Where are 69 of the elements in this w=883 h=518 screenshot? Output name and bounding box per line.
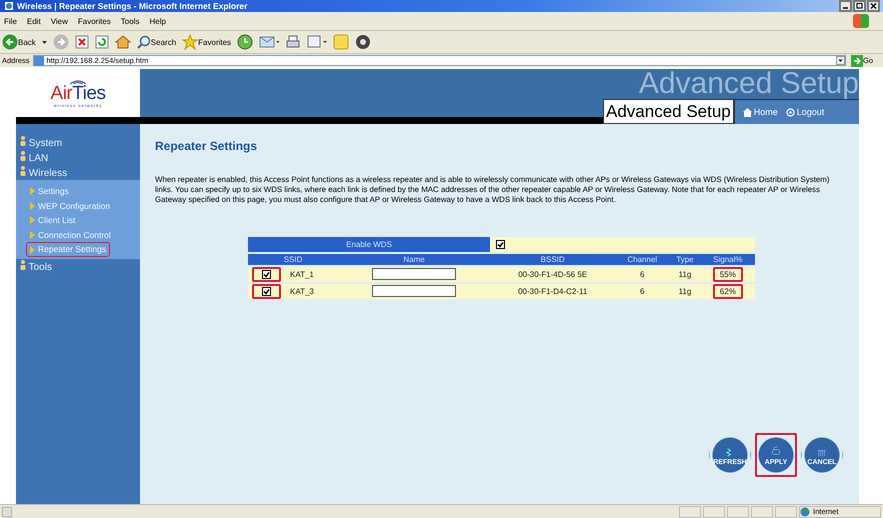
banner-text: Advanced Setup: [638, 69, 859, 99]
home-icon[interactable]: [114, 34, 131, 50]
refresh-icon[interactable]: [94, 35, 109, 49]
table-cell: Enable WDS: [248, 237, 490, 252]
page-icon[interactable]: [2, 506, 12, 516]
table-cell: 6: [615, 267, 670, 282]
window-title: Wireless | Repeater Settings - Microsoft Internet Explorer: [17, 1, 248, 11]
back-button[interactable]: Back: [2, 34, 36, 50]
stop-icon[interactable]: [74, 35, 89, 49]
favorites-button[interactable]: Favorites: [182, 34, 232, 50]
table-cell: KAT_1: [284, 267, 338, 282]
history-icon[interactable]: [237, 34, 254, 50]
menu-item[interactable]: Favorites: [78, 16, 111, 26]
name-input[interactable]: [372, 285, 456, 298]
table-cell: 11g: [669, 267, 701, 282]
menu-item[interactable]: Tools: [120, 16, 140, 26]
signal-value: 55%: [712, 267, 743, 282]
page-title: Advanced Setup: [603, 99, 734, 124]
wifi-arcs-icon[interactable]: [68, 78, 88, 84]
person-icon[interactable]: [20, 260, 26, 270]
person-icon[interactable]: [20, 136, 26, 146]
column-header: Type: [669, 254, 701, 265]
name-input[interactable]: [372, 268, 456, 280]
globe-icon[interactable]: [800, 506, 810, 516]
sidebar-item[interactable]: System: [16, 135, 140, 150]
column-header: SSID: [248, 254, 338, 265]
caret-icon[interactable]: [42, 40, 47, 44]
table-cell: 00-30-F1-4D-56 5E: [490, 267, 616, 282]
close-icon[interactable]: [867, 0, 880, 12]
go-arrow-icon[interactable]: [850, 54, 863, 66]
dropdown-icon[interactable]: [836, 56, 845, 65]
signal-value: 62%: [712, 284, 743, 299]
checkbox[interactable]: [262, 287, 270, 296]
printer-icon[interactable]: [285, 34, 302, 50]
column-header: Name: [338, 254, 490, 265]
document-icon[interactable]: [307, 34, 328, 50]
power-icon[interactable]: [786, 108, 795, 116]
checkbox[interactable]: [262, 270, 270, 279]
windows-flag-icon: [853, 14, 869, 28]
menu-item[interactable]: File: [4, 16, 17, 26]
header-link[interactable]: Logout: [786, 107, 824, 117]
column-header: BSSID: [490, 254, 616, 265]
person-icon[interactable]: [20, 151, 26, 161]
mail-icon[interactable]: [259, 34, 280, 50]
table-cell: 00-30-F1-D4-C2-11: [490, 284, 616, 299]
menu-item[interactable]: View: [50, 16, 68, 26]
table-cell: 11g: [669, 284, 701, 299]
sidebar-item[interactable]: Wireless: [16, 165, 140, 180]
menu-item[interactable]: Edit: [26, 16, 41, 26]
logo-text: AirTies: [50, 84, 106, 103]
header-link[interactable]: Home: [742, 107, 778, 117]
table-cell: KAT_3: [284, 284, 338, 299]
column-header: Signal%: [700, 254, 755, 265]
ie-page-icon[interactable]: [4, 1, 14, 11]
search-icon[interactable]: [136, 35, 151, 49]
house-icon[interactable]: [742, 108, 752, 116]
restore-icon[interactable]: [853, 0, 866, 12]
column-header: Channel: [615, 254, 670, 265]
person-icon[interactable]: [20, 166, 26, 176]
section-heading: Repeater Settings: [155, 139, 258, 153]
sidebar-item[interactable]: Tools: [16, 258, 140, 274]
search-button[interactable]: Search: [136, 35, 176, 49]
table-cell: 6: [615, 284, 670, 299]
note-icon[interactable]: [333, 34, 350, 50]
star-icon[interactable]: [182, 34, 198, 50]
sidebar-item[interactable]: LAN: [16, 150, 140, 165]
minimize-icon[interactable]: [839, 0, 852, 12]
menu-item[interactable]: Help: [149, 16, 166, 26]
checkbox[interactable]: [496, 240, 506, 249]
